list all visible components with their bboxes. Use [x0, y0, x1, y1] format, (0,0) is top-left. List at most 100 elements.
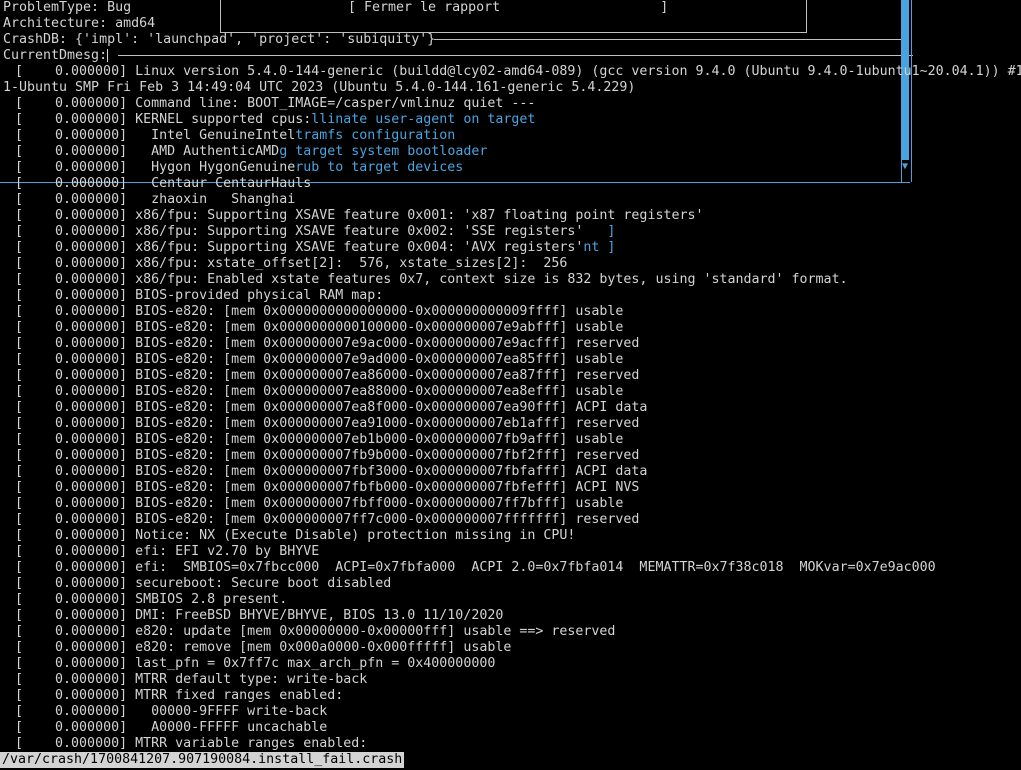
dmesg-message: Centaur CentaurHauls [135, 176, 312, 191]
dmesg-message: BIOS-e820: [mem 0x000000007fbff000-0x000… [135, 496, 624, 511]
dmesg-timestamp: 0.000000] [23, 240, 136, 255]
install-step-overlay: llinate user-agent on target [311, 112, 536, 127]
dmesg-message: MTRR variable ranges enabled: [135, 736, 368, 751]
dmesg-line: [ 0.000000] AMD AuthenticAMDg target sys… [15, 144, 487, 160]
dmesg-line: [ 0.000000] BIOS-e820: [mem 0x000000007f… [15, 512, 639, 528]
dmesg-message: BIOS-e820: [mem 0x0000000000100000-0x000… [135, 320, 624, 335]
dmesg-line: [ 0.000000] x86/fpu: xstate_offset[2]: 5… [15, 256, 567, 272]
dmesg-timestamp: 0.000000] [23, 432, 136, 447]
dmesg-open-bracket: [ [15, 256, 24, 271]
dmesg-timestamp: 0.000000] [23, 592, 136, 607]
dmesg-timestamp: 0.000000] [23, 416, 136, 431]
dmesg-timestamp: 0.000000] [23, 192, 136, 207]
dmesg-line: [ 0.000000] BIOS-e820: [mem 0x000000007e… [15, 368, 639, 384]
dmesg-timestamp: 0.000000] [23, 736, 136, 751]
dmesg-timestamp: 0.000000] [23, 672, 136, 687]
dmesg-message: BIOS-e820: [mem 0x000000007e9ac000-0x000… [135, 336, 640, 351]
dmesg-line: [ 0.000000] BIOS-e820: [mem 0x000000007e… [15, 352, 623, 368]
dmesg-timestamp: 0.000000] [23, 288, 136, 303]
dmesg-open-bracket: [ [15, 272, 24, 287]
dmesg-timestamp: 0.000000] [23, 384, 136, 399]
dmesg-line: [ 0.000000] Hygon HygonGenuinerub to tar… [15, 160, 463, 176]
dmesg-line: [ 0.000000] MTRR variable ranges enabled… [15, 736, 367, 752]
dmesg-line: [ 0.000000] x86/fpu: Supporting XSAVE fe… [15, 208, 703, 224]
dmesg-line: [ 0.000000] BIOS-e820: [mem 0x000000007f… [15, 480, 639, 496]
dialog-divider [434, 39, 906, 40]
dmesg-line: [ 0.000000] secureboot: Secure boot disa… [15, 576, 391, 592]
dmesg-message: AMD AuthenticAMD [135, 144, 280, 159]
dmesg-open-bracket: [ [15, 592, 24, 607]
dmesg-timestamp: 0.000000] [23, 688, 136, 703]
scroll-down-icon[interactable]: ▼ [899, 161, 911, 173]
dmesg-open-bracket: [ [15, 464, 24, 479]
dmesg-open-bracket: [ [15, 624, 24, 639]
architecture-line: Architecture: amd64 [3, 16, 156, 31]
kernel-version-line-wrap: 1-Ubuntu SMP Fri Feb 3 14:49:04 UTC 2023… [3, 80, 636, 95]
dmesg-line: [ 0.000000] DMI: FreeBSD BHYVE/BHYVE, BI… [15, 608, 503, 624]
dmesg-open-bracket: [ [15, 176, 24, 191]
current-dmesg-label: CurrentDmesg: [3, 48, 108, 63]
dmesg-open-bracket: [ [15, 368, 24, 383]
dmesg-line: [ 0.000000] Intel GenuineInteltramfs con… [15, 128, 455, 144]
dmesg-line: [ 0.000000] BIOS-e820: [mem 0x000000007f… [15, 496, 623, 512]
dialog-scrollbar-thumb[interactable] [901, 0, 909, 160]
problem-type-line: ProblemType: Bug [3, 0, 132, 15]
current-dmesg-line: CurrentDmesg: [3, 48, 109, 64]
dmesg-line: [ 0.000000] BIOS-e820: [mem 0x000000007e… [15, 416, 639, 432]
dmesg-line: [ 0.000000] BIOS-e820: [mem 0x000000007e… [15, 432, 623, 448]
kernel-version-line: [ 0.000000] Linux version 5.4.0-144-gene… [15, 64, 1021, 79]
dmesg-open-bracket: [ [15, 400, 24, 415]
dmesg-timestamp: 0.000000] [23, 448, 136, 463]
dmesg-timestamp: 0.000000] [23, 176, 136, 191]
dmesg-message: BIOS-provided physical RAM map: [135, 288, 384, 303]
dmesg-open-bracket: [ [15, 160, 24, 175]
dmesg-line: [ 0.000000] KERNEL supported cpus:llinat… [15, 112, 535, 128]
dmesg-open-bracket: [ [15, 384, 24, 399]
dmesg-message: A0000-FFFFF uncachable [135, 720, 328, 735]
dmesg-open-bracket: [ [15, 416, 24, 431]
dmesg-open-bracket: [ [15, 208, 24, 223]
dmesg-line: [ 0.000000] BIOS-e820: [mem 0x0000000000… [15, 304, 623, 320]
dmesg-open-bracket: [ [15, 288, 24, 303]
dmesg-line: [ 0.000000] x86/fpu: Supporting XSAVE fe… [15, 240, 615, 256]
dmesg-timestamp: 0.000000] [23, 640, 136, 655]
dmesg-open-bracket: [ [15, 304, 24, 319]
dmesg-open-bracket: [ [15, 720, 24, 735]
dmesg-timestamp: 0.000000] [23, 272, 136, 287]
dmesg-open-bracket: [ [15, 560, 24, 575]
dmesg-line: [ 0.000000] BIOS-e820: [mem 0x0000000000… [15, 320, 623, 336]
dmesg-timestamp: 0.000000] [23, 144, 136, 159]
dmesg-timestamp: 0.000000] [23, 208, 136, 223]
dmesg-open-bracket: [ [15, 336, 24, 351]
dmesg-timestamp: 0.000000] [23, 160, 136, 175]
dmesg-line: [ 0.000000] BIOS-e820: [mem 0x000000007f… [15, 448, 639, 464]
dmesg-message: Intel GenuineIntel [135, 128, 296, 143]
dmesg-open-bracket: [ [15, 576, 24, 591]
dmesg-timestamp: 0.000000] [23, 512, 136, 527]
dmesg-line: [ 0.000000] Centaur CentaurHauls [15, 176, 311, 192]
dmesg-message: Hygon HygonGenuine [135, 160, 296, 175]
dmesg-message: zhaoxin Shanghai [135, 192, 296, 207]
dmesg-line: [ 0.000000] A0000-FFFFF uncachable [15, 720, 327, 736]
dmesg-message: BIOS-e820: [mem 0x000000007ea86000-0x000… [135, 368, 640, 383]
dmesg-line: [ 0.000000] last_pfn = 0x7ff7c max_arch_… [15, 656, 495, 672]
crash-file-path: /var/crash/1700841207.907190084.install_… [0, 752, 405, 768]
dmesg-timestamp: 0.000000] [23, 544, 136, 559]
dmesg-line: [ 0.000000] BIOS-provided physical RAM m… [15, 288, 383, 304]
dmesg-line: [ 0.000000] zhaoxin Shanghai [15, 192, 295, 208]
dmesg-message: BIOS-e820: [mem 0x000000007fbf3000-0x000… [135, 464, 648, 479]
dmesg-timestamp: 0.000000] [23, 368, 136, 383]
dmesg-timestamp: 0.000000] [23, 320, 136, 335]
dmesg-open-bracket: [ [15, 448, 24, 463]
dmesg-open-bracket: [ [15, 496, 24, 511]
dmesg-message: BIOS-e820: [mem 0x000000007eb1b000-0x000… [135, 432, 624, 447]
dmesg-timestamp: 0.000000] [23, 352, 136, 367]
dmesg-message: SMBIOS 2.8 present. [135, 592, 288, 607]
dmesg-timestamp: 0.000000] [23, 112, 136, 127]
dmesg-open-bracket: [ [15, 608, 24, 623]
dmesg-message: x86/fpu: Supporting XSAVE feature 0x002:… [135, 224, 608, 239]
dmesg-timestamp: 0.000000] [23, 656, 136, 671]
dmesg-open-bracket: [ [15, 96, 24, 111]
close-report-button[interactable]: [ Fermer le rapport ] [348, 0, 668, 16]
dmesg-line: [ 0.000000] e820: remove [mem 0x000a0000… [15, 640, 511, 656]
